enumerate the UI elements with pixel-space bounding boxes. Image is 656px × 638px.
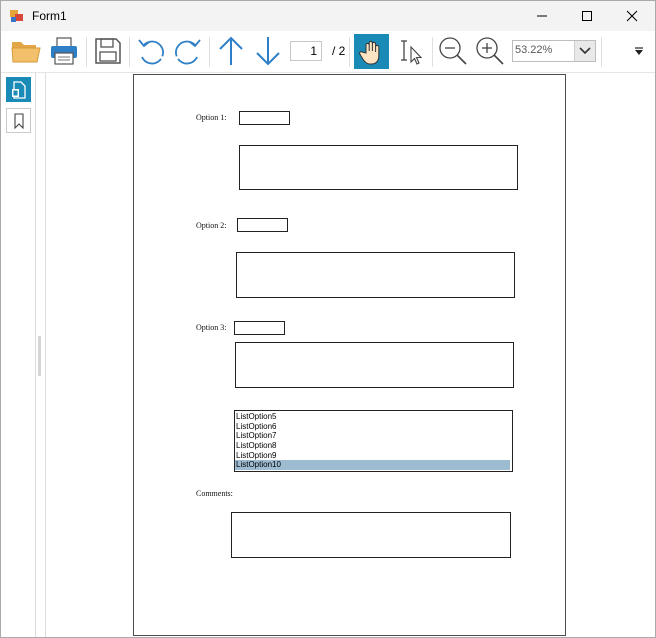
overflow-arrow-icon	[635, 47, 643, 55]
app-icon	[10, 10, 23, 22]
toolbar-separator	[432, 37, 433, 67]
maximize-button[interactable]	[564, 1, 610, 31]
panel-splitter[interactable]	[38, 336, 41, 376]
page-thumbnail-icon	[11, 80, 26, 99]
folder-open-icon	[11, 42, 41, 63]
comments-textarea[interactable]	[231, 512, 511, 558]
text-select-cursor-icon	[401, 40, 423, 65]
select-text-button[interactable]	[393, 34, 427, 68]
zoom-in-button[interactable]	[473, 34, 507, 68]
bookmarks-button[interactable]	[6, 108, 31, 133]
arrow-up-icon	[219, 36, 243, 65]
toolbar-separator	[129, 37, 130, 67]
comments-label: Comments:	[196, 489, 233, 498]
open-button[interactable]	[9, 34, 43, 68]
toolbar-overflow-button[interactable]	[629, 34, 649, 68]
rotate-right-icon	[175, 39, 201, 65]
option1-label: Option 1:	[196, 113, 227, 122]
zoom-out-button[interactable]	[436, 34, 470, 68]
options-listbox[interactable]: ListOption5 ListOption6 ListOption7 List…	[234, 410, 513, 472]
list-item[interactable]: ListOption7	[235, 431, 510, 441]
pan-tool-button[interactable]	[354, 34, 389, 69]
option2-label: Option 2:	[196, 221, 227, 230]
list-item[interactable]: ListOption5	[235, 412, 510, 422]
hand-icon	[358, 40, 379, 64]
next-page-button[interactable]	[251, 34, 285, 68]
zoom-value: 53.22%	[515, 44, 553, 56]
title-bar: Form1	[1, 1, 655, 31]
thumbnails-button[interactable]	[6, 77, 31, 102]
page-total-label: / 2	[332, 44, 346, 58]
chevron-down-icon	[579, 47, 591, 55]
option2-field[interactable]	[237, 218, 288, 232]
side-panel	[1, 73, 36, 637]
option3-field[interactable]	[234, 321, 285, 335]
option1-field[interactable]	[239, 111, 290, 125]
toolbar-separator	[86, 37, 87, 67]
toolbar: 1 / 2 53.22%	[1, 31, 655, 73]
option2-textarea[interactable]	[236, 252, 515, 298]
zoom-dropdown-button[interactable]	[574, 41, 595, 61]
toolbar-separator	[209, 37, 210, 67]
option3-label: Option 3:	[196, 323, 227, 332]
list-item[interactable]: ListOption8	[235, 441, 510, 451]
page-number-input[interactable]: 1	[290, 41, 322, 61]
toolbar-separator	[601, 37, 602, 67]
option1-textarea[interactable]	[239, 145, 518, 190]
list-item-selected[interactable]: ListOption10	[235, 460, 510, 471]
list-item[interactable]: ListOption6	[235, 422, 510, 432]
arrow-down-icon	[256, 37, 280, 66]
option3-textarea[interactable]	[235, 342, 514, 388]
zoom-combobox[interactable]: 53.22%	[512, 40, 596, 62]
rotate-left-button[interactable]	[134, 34, 168, 68]
bookmark-icon	[13, 112, 24, 129]
zoom-out-icon	[439, 37, 467, 65]
save-icon	[95, 38, 121, 64]
minimize-button[interactable]	[519, 1, 565, 31]
print-button[interactable]	[47, 34, 81, 68]
minimize-icon	[537, 15, 547, 17]
rotate-right-button[interactable]	[171, 34, 205, 68]
window-title: Form1	[32, 9, 67, 23]
zoom-in-icon	[476, 37, 504, 65]
previous-page-button[interactable]	[214, 34, 248, 68]
maximize-icon	[582, 11, 592, 21]
close-icon	[626, 10, 638, 22]
toolbar-separator	[349, 37, 350, 67]
list-item[interactable]: ListOption9	[235, 451, 510, 461]
close-button[interactable]	[609, 1, 655, 31]
printer-icon	[51, 37, 77, 65]
rotate-left-icon	[138, 39, 164, 65]
app-window: Form1 1 / 2 53.22% Option 1: Option 2: O…	[0, 0, 656, 638]
save-button[interactable]	[91, 34, 125, 68]
